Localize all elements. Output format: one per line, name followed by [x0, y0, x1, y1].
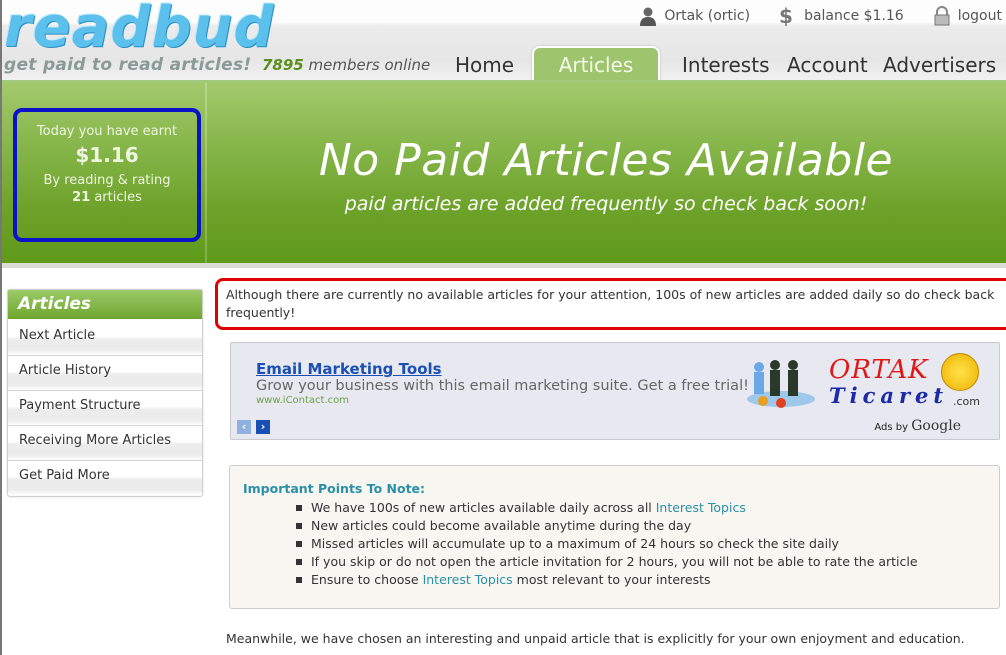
article-count: 21: [72, 190, 91, 205]
list-item: New articles could become available anyt…: [294, 517, 918, 535]
window-left-edge: [0, 0, 2, 655]
point-text: We have 100s of new articles available d…: [311, 500, 656, 515]
tab-interests[interactable]: Interests: [682, 53, 770, 77]
ad-next-button[interactable]: ›: [256, 420, 270, 434]
points-title: Important Points To Note:: [243, 481, 426, 496]
dollar-icon: $: [779, 6, 793, 26]
ad-title-link[interactable]: Email Marketing Tools: [256, 360, 442, 378]
article-count-label: articles: [90, 190, 142, 205]
ticaret-text: Ticaret: [829, 383, 949, 408]
points-list: We have 100s of new articles available d…: [294, 499, 918, 589]
sidebar-item-payment-structure[interactable]: Payment Structure: [8, 391, 202, 426]
list-item: We have 100s of new articles available d…: [294, 499, 918, 517]
tab-home[interactable]: Home: [455, 53, 514, 77]
ad-description: Grow your business with this email marke…: [256, 378, 749, 394]
lock-icon: [934, 6, 950, 26]
list-item: If you skip or do not open the article i…: [294, 553, 918, 571]
svg-text:$: $: [779, 6, 793, 26]
list-item: Missed articles will accumulate up to a …: [294, 535, 918, 553]
site-logo[interactable]: readbud get paid to read articles!: [4, 0, 275, 75]
tab-advertisers[interactable]: Advertisers: [883, 53, 996, 77]
hero-bottom-border: [0, 263, 1006, 268]
hero-banner: Today you have earnt $1.16 By reading & …: [0, 83, 1006, 263]
sidebar-item-article-history[interactable]: Article History: [8, 356, 202, 391]
earnings-summary: Today you have earnt $1.16 By reading & …: [13, 108, 201, 242]
user-name: Ortak (ortic): [664, 8, 751, 24]
dotcom-text: .com: [953, 395, 980, 408]
sidebar-item-get-paid-more[interactable]: Get Paid More: [8, 461, 202, 495]
interest-topics-link[interactable]: Interest Topics: [423, 572, 513, 587]
interest-topics-link[interactable]: Interest Topics: [656, 500, 746, 515]
articles-sidebar: Articles Next Article Article History Pa…: [7, 289, 203, 497]
logout-label: logout: [957, 8, 1002, 24]
user-bar: Ortak (ortic) $ balance $1.16 logout: [638, 6, 1002, 26]
tab-account[interactable]: Account: [787, 53, 868, 77]
logout-link[interactable]: logout: [932, 6, 1002, 26]
ads-by-label: Ads by: [874, 422, 912, 433]
balance-link[interactable]: $ balance $1.16: [778, 6, 904, 26]
meanwhile-text: Meanwhile, we have chosen an interesting…: [226, 631, 965, 646]
point-text: If you skip or do not open the article i…: [311, 554, 918, 569]
user-icon: [640, 7, 657, 26]
sidebar-title: Articles: [8, 290, 202, 321]
user-profile-link[interactable]: Ortak (ortic): [638, 6, 750, 26]
earnings-article-count: 21 articles: [17, 190, 197, 205]
smiley-icon: [941, 353, 979, 391]
members-count: 7895: [262, 56, 304, 74]
point-text: New articles could become available anyt…: [311, 518, 692, 533]
handshake-people-icon: [747, 360, 815, 408]
important-points-box: Important Points To Note: We have 100s o…: [229, 465, 1000, 609]
members-label: members online: [303, 56, 431, 74]
point-text: Ensure to choose: [311, 572, 423, 587]
point-text-after: most relevant to your interests: [512, 572, 711, 587]
logo-wordmark: readbud: [4, 0, 275, 60]
ortak-ticaret-logo[interactable]: ORTAK Ticaret .com: [741, 349, 991, 409]
members-online: 7895 members online: [262, 56, 430, 74]
no-articles-notice: Although there are currently no availabl…: [215, 278, 1006, 330]
point-text: Missed articles will accumulate up to a …: [311, 536, 839, 551]
sidebar-item-receiving-more-articles[interactable]: Receiving More Articles: [8, 426, 202, 461]
earnings-amount: $1.16: [75, 143, 139, 167]
hero-subtitle: paid articles are added frequently so ch…: [344, 193, 868, 215]
hero-title: No Paid Articles Available: [318, 135, 894, 186]
google-wordmark: Google: [911, 418, 961, 434]
logo-tagline: get paid to read articles!: [4, 55, 252, 75]
earnings-label: Today you have earnt: [36, 124, 178, 139]
sidebar-item-next-article[interactable]: Next Article: [8, 321, 202, 356]
ad-url[interactable]: www.iContact.com: [256, 395, 349, 406]
ortak-text: ORTAK: [829, 355, 929, 385]
list-item: Ensure to choose Interest Topics most re…: [294, 571, 918, 589]
earnings-reading-label: By reading & rating: [43, 173, 171, 188]
ad-prev-button[interactable]: ‹: [237, 420, 251, 434]
google-ad-unit: Email Marketing Tools Grow your business…: [230, 342, 1000, 440]
site-header: readbud get paid to read articles! Ortak…: [0, 0, 1006, 86]
ads-by-google[interactable]: Ads by Google: [874, 418, 961, 434]
balance-text: balance $1.16: [804, 8, 904, 24]
